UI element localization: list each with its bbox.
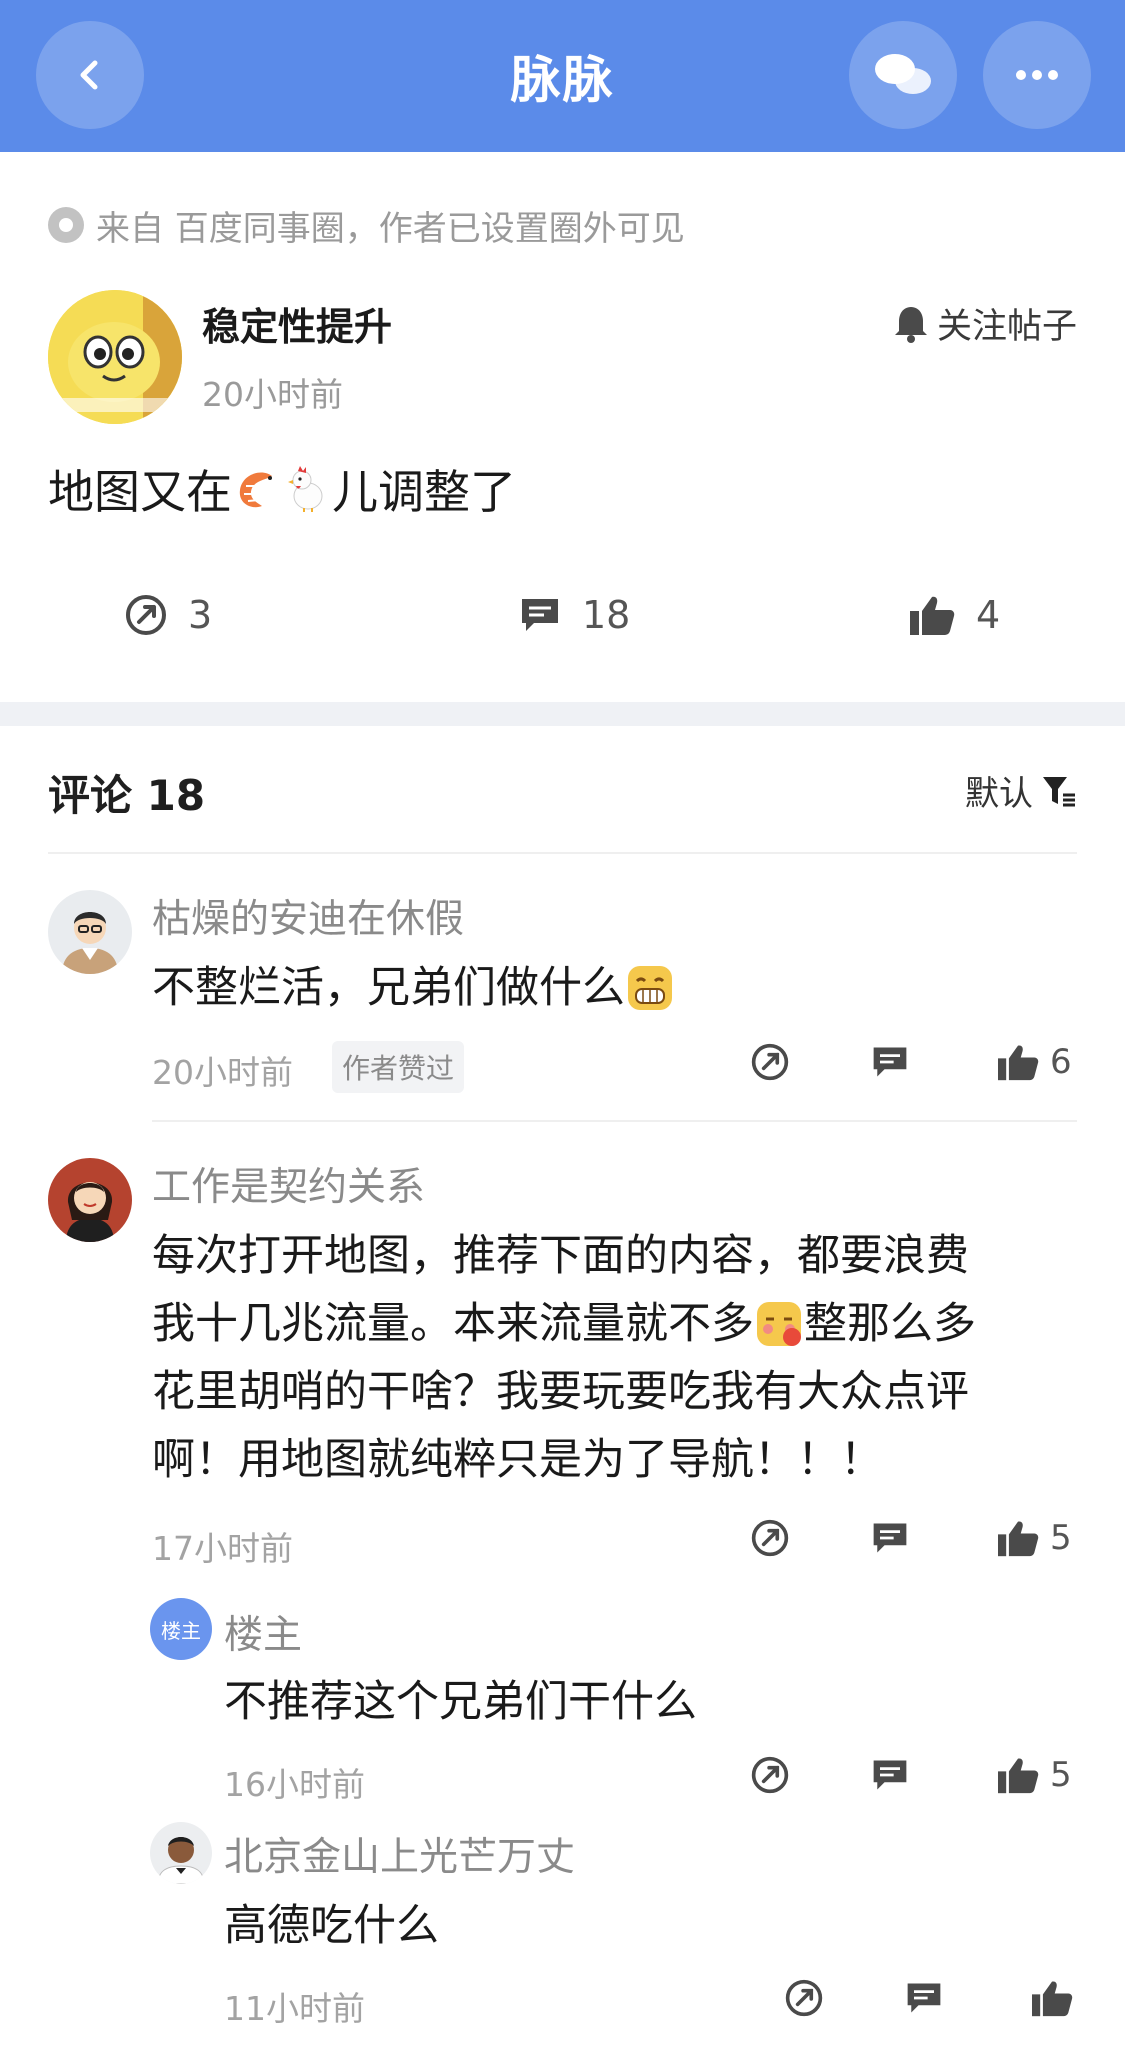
author-name[interactable]: 稳定性提升 <box>202 296 392 351</box>
commenter-avatar[interactable] <box>48 890 132 974</box>
comment-icon <box>873 1047 907 1077</box>
share-icon <box>751 1756 789 1794</box>
thumbs-up-icon <box>910 596 955 635</box>
comment-line-part: 我十几兆流量。本来流量就不多 <box>152 1299 754 1349</box>
comment-time: 20小时前 <box>152 1053 293 1092</box>
comment-line: 我十几兆流量。本来流量就不多 整那么多 <box>152 1290 1077 1358</box>
sort-button[interactable]: 默认 <box>965 766 1077 815</box>
comment-like-button[interactable]: 6 <box>996 1042 1072 1082</box>
section-divider <box>0 702 1125 726</box>
comment-reply-button[interactable] <box>870 1518 910 1558</box>
post-source-text: 来自 百度同事圈，作者已设置圈外可见 <box>96 208 685 249</box>
reply-author-avatar[interactable] <box>150 1822 212 1884</box>
comment-icon <box>873 1760 907 1790</box>
comment-text: 不整烂活，兄弟们做什么 <box>152 954 675 1022</box>
top-nav-bar: 脉脉 <box>0 0 1125 152</box>
reply-share-button[interactable] <box>784 1978 824 2018</box>
comment-like-button[interactable]: 5 <box>996 1518 1072 1558</box>
comment-share-button[interactable] <box>750 1518 790 1558</box>
comment-button[interactable]: 18 <box>518 580 630 650</box>
wechat-icon <box>875 54 931 94</box>
comment-line: 每次打开地图，推荐下面的内容，都要浪费 <box>152 1231 969 1281</box>
bell-icon <box>894 306 927 343</box>
thumbs-up-icon <box>1032 1981 1073 2017</box>
chick-avatar-image <box>48 290 182 424</box>
comment-text-content: 不整烂活，兄弟们做什么 <box>152 963 625 1013</box>
reply-time: 11小时前 <box>224 1989 365 2028</box>
post-source: 来自 百度同事圈，作者已设置圈外可见 <box>48 200 685 250</box>
reply-author-name[interactable]: 北京金山上光芒万丈 <box>224 1826 575 1882</box>
divider-line <box>48 852 1077 854</box>
man-suit-avatar-image <box>150 1822 212 1884</box>
comment-text: 每次打开地图，推荐下面的内容，都要浪费 我十几兆流量。本来流量就不多 整那么多 … <box>152 1222 1077 1494</box>
more-button[interactable] <box>983 21 1091 129</box>
reply-text: 不推荐这个兄弟们干什么 <box>224 1677 697 1727</box>
reply-like-button[interactable]: 5 <box>996 1755 1072 1795</box>
like-button[interactable]: 4 <box>908 580 1000 650</box>
post-stats-bar: 3 18 4 <box>0 580 1125 650</box>
man-avatar-image <box>48 890 132 974</box>
comment-like-count: 5 <box>1050 1518 1072 1558</box>
reply-share-button[interactable] <box>750 1755 790 1795</box>
chicken-emoji <box>288 466 323 512</box>
share-icon <box>751 1519 789 1557</box>
share-icon <box>751 1043 789 1081</box>
comment-icon <box>907 1983 941 2013</box>
commenter-name[interactable]: 工作是契约关系 <box>152 1156 425 1212</box>
comment-like-count: 6 <box>1050 1042 1072 1082</box>
wechat-share-button[interactable] <box>849 21 957 129</box>
post-time: 20小时前 <box>202 375 343 414</box>
comment-line: 啊！用地图就纯粹只是为了导航！！！ <box>152 1435 883 1485</box>
reply-text: 高德吃什么 <box>224 1901 439 1951</box>
divider-line <box>152 1120 1077 1122</box>
shrimp-emoji <box>239 472 272 508</box>
more-dots-icon <box>1016 70 1058 80</box>
commenter-name[interactable]: 枯燥的安迪在休假 <box>152 888 464 944</box>
comment-count: 18 <box>582 593 631 637</box>
post-body-text-end: 儿调整了 <box>332 465 516 519</box>
woman-avatar-image <box>48 1158 132 1242</box>
commenter-avatar[interactable] <box>48 1158 132 1242</box>
filter-icon <box>1043 776 1075 806</box>
reply-reply-button[interactable] <box>904 1978 944 2018</box>
comment-icon <box>873 1523 907 1553</box>
reply-author-name[interactable]: 楼主 <box>224 1604 302 1660</box>
like-count: 4 <box>976 593 1001 637</box>
blushing-emoji <box>757 1302 801 1346</box>
share-button[interactable]: 3 <box>124 580 212 650</box>
comment-icon <box>522 599 558 631</box>
sort-label: 默认 <box>965 774 1033 814</box>
follow-post-label: 关注帖子 <box>936 307 1077 347</box>
op-badge-avatar[interactable]: 楼主 <box>150 1598 212 1660</box>
author-avatar[interactable] <box>48 290 182 424</box>
comment-time: 17小时前 <box>152 1529 293 1568</box>
share-icon <box>785 1979 823 2017</box>
reply-reply-button[interactable] <box>870 1755 910 1795</box>
share-count: 3 <box>188 593 213 637</box>
post-body-text-start: 地图又在 <box>48 465 232 519</box>
comment-line: 花里胡哨的干啥？我要玩要吃我有大众点评 <box>152 1367 969 1417</box>
thumbs-up-icon <box>998 1521 1039 1557</box>
comment-reply-button[interactable] <box>870 1042 910 1082</box>
comment-share-button[interactable] <box>750 1042 790 1082</box>
reply-time: 16小时前 <box>224 1765 365 1804</box>
circle-icon <box>48 207 84 243</box>
thumbs-up-icon <box>998 1758 1039 1794</box>
thumbs-up-icon <box>998 1045 1039 1081</box>
share-icon <box>126 595 166 635</box>
post-body: 地图又在 儿调整了 <box>48 456 516 522</box>
reply-like-button[interactable] <box>1030 1978 1074 2018</box>
follow-post-button[interactable]: 关注帖子 <box>893 298 1077 349</box>
reply-like-count: 5 <box>1050 1755 1072 1795</box>
comment-line-part: 整那么多 <box>804 1299 976 1349</box>
grinning-emoji <box>628 966 672 1010</box>
comments-title: 评论 18 <box>48 771 206 820</box>
author-liked-tag: 作者赞过 <box>332 1041 465 1093</box>
